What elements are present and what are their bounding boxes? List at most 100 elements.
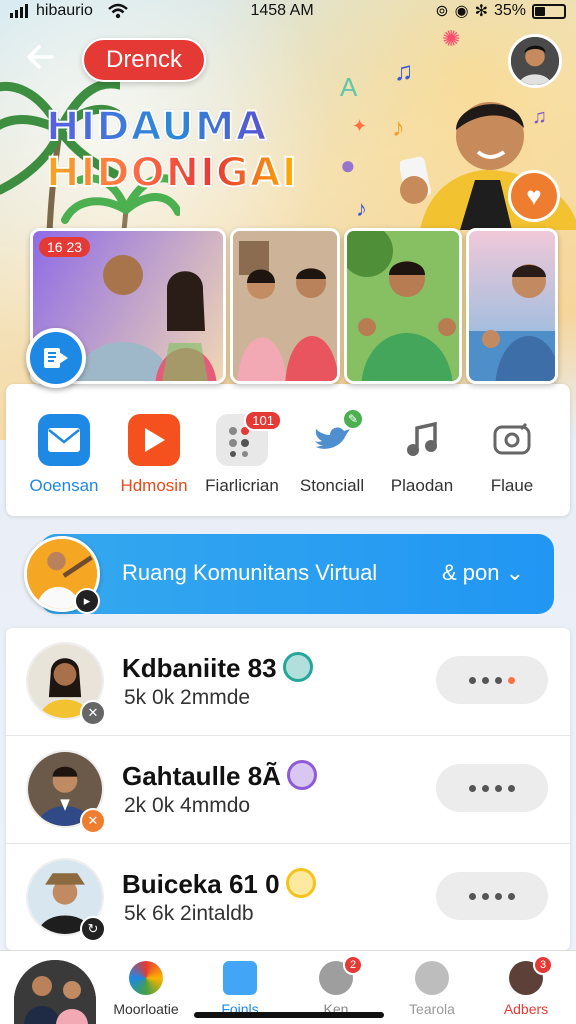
community-action[interactable]: & pon ⌄ — [442, 560, 524, 586]
more-options-button[interactable] — [436, 656, 548, 704]
list-item-name-text: Buiceka 61 0 — [122, 869, 280, 899]
music-note-icon: ♪ — [392, 112, 405, 142]
list-item-subtitle: 2k 0k 4mmdo — [124, 794, 251, 817]
video-thumbnail — [233, 231, 337, 381]
apps-card: Ooensan Hdmosin 101 Fiarlicrian ✎ Stonci… — [6, 384, 570, 516]
video-tag: 16 23 — [39, 237, 91, 257]
app-label: Hdmosin — [120, 476, 188, 495]
location-icon: ⊚ — [435, 3, 449, 20]
chat-icon: 2 — [319, 955, 363, 995]
app-label: Plaodan — [390, 476, 454, 495]
camera-icon — [486, 414, 538, 466]
carrier-name: hibaurio — [36, 2, 93, 19]
nav-item-globe[interactable]: Tearola — [382, 957, 482, 1017]
alarm-icon: ◉ — [454, 3, 469, 20]
compass-icon — [129, 961, 163, 995]
nav-item-chat[interactable]: 2 Ken — [286, 955, 386, 1017]
notification-badge: 101 — [244, 410, 282, 431]
app-label: Flaue — [490, 476, 534, 495]
nav-item-profile[interactable]: 3 Adbers — [476, 955, 576, 1017]
app-social[interactable]: ✎ Stonciall — [282, 408, 382, 496]
user-avatar: 3 — [509, 955, 553, 995]
favorite-badge[interactable]: ♥ — [508, 170, 560, 222]
list-item[interactable]: ↻ Buiceka 61 0 5k 6k 2intaldb — [6, 844, 570, 952]
video-card[interactable] — [466, 228, 558, 384]
home-indicator — [194, 1012, 384, 1018]
app-label: Ooensan — [29, 476, 99, 495]
edit-icon — [223, 961, 257, 995]
notification-badge: 3 — [533, 955, 553, 975]
nav-label: Moorloatie — [113, 1001, 179, 1017]
play-small-icon: ▸ — [74, 588, 100, 614]
sparkle-a-icon: A — [340, 72, 358, 102]
app-grid[interactable]: 101 Fiarlicrian — [192, 410, 292, 496]
user-list: ✕ Kdbaniite 83 5k 0k 2mmde ✕ Gahtaulle 8… — [6, 628, 570, 950]
video-thumbnail — [469, 264, 555, 381]
video-thumbnail — [347, 231, 459, 381]
battery-percent: 35% — [493, 2, 526, 19]
refresh-badge-icon: ↻ — [80, 916, 106, 942]
title-pill[interactable]: Drenck — [82, 38, 206, 82]
music-note-icon: ♫ — [394, 56, 414, 86]
verified-badge-icon — [282, 652, 313, 682]
book-share-icon — [44, 348, 68, 368]
list-item-subtitle: 5k 0k 2mmde — [124, 686, 251, 709]
globe-icon — [415, 961, 449, 995]
list-item-name: Kdbaniite 83 — [122, 652, 313, 684]
top-profile-avatar[interactable] — [508, 34, 562, 88]
signal-icon — [10, 4, 28, 18]
status-bar: hibaurio 1458 AM ⊚ ◉ ✻ 35% — [0, 0, 576, 22]
sparkle-orb-icon: ● — [340, 150, 356, 180]
video-card[interactable] — [230, 228, 340, 384]
more-options-button[interactable] — [436, 872, 548, 920]
app-label: Fiarlicrian — [205, 476, 279, 495]
music-note-icon — [396, 414, 448, 466]
app-music[interactable]: Plaodan — [372, 414, 472, 496]
bluetooth-icon: ✻ — [474, 3, 488, 20]
share-fab-button[interactable] — [26, 328, 86, 388]
list-item[interactable]: ✕ Kdbaniite 83 5k 0k 2mmde — [6, 628, 570, 736]
nav-label: Tearola — [409, 1001, 455, 1017]
person-avatar-icon — [511, 37, 559, 85]
app-camera[interactable]: Flaue — [462, 414, 562, 496]
music-note-icon: ♫ — [532, 106, 547, 128]
headline-line-2: HIDONIGAI — [45, 149, 298, 197]
headline: HIDAUMA HIDONIGAI — [45, 103, 298, 197]
notification-badge: 2 — [343, 955, 363, 975]
headline-line-1: HIDAUMA — [45, 103, 298, 151]
more-options-button[interactable] — [436, 764, 548, 812]
wifi-icon — [108, 3, 128, 19]
verified-badge-icon — [286, 760, 317, 790]
app-label: Stonciall — [299, 476, 365, 495]
close-badge-icon: ✕ — [80, 808, 106, 834]
community-banner[interactable]: Ruang Komunitans Virtual & pon ⌄ — [40, 534, 554, 614]
video-card[interactable] — [344, 228, 462, 384]
nav-item-edit[interactable]: Foinls — [190, 957, 290, 1017]
nav-item-explore[interactable]: Moorloatie — [96, 957, 196, 1017]
list-item-subtitle: 5k 6k 2intaldb — [124, 902, 254, 925]
dots-grid-icon: 101 — [216, 410, 282, 466]
battery-icon — [532, 3, 566, 19]
sparkle-icon: ✺ — [442, 26, 461, 51]
edit-badge-icon: ✎ — [342, 408, 364, 430]
app-mail[interactable]: Ooensan — [14, 414, 114, 496]
bird-icon: ✎ — [306, 408, 364, 466]
muted-icon: ✕ — [80, 700, 106, 726]
list-item-name: Gahtaulle 8Ã — [122, 760, 317, 792]
verified-badge-icon — [285, 868, 316, 898]
heart-check-icon: ♥ — [526, 180, 542, 211]
community-action-label: & pon — [441, 560, 500, 585]
mail-icon — [38, 414, 90, 466]
list-item-name: Buiceka 61 0 — [122, 868, 316, 900]
play-icon — [128, 414, 180, 466]
community-title: Ruang Komunitans Virtual — [122, 560, 378, 585]
chevron-down-icon: ⌄ — [505, 560, 524, 585]
back-arrow-icon[interactable] — [24, 40, 58, 74]
app-video[interactable]: Hdmosin — [104, 414, 204, 496]
music-note-icon: ♪ — [356, 196, 367, 221]
nav-label: Adbers — [503, 1001, 549, 1017]
sparkle-icon: ✦ — [352, 116, 368, 136]
status-time: 1458 AM — [250, 2, 314, 19]
list-item[interactable]: ✕ Gahtaulle 8Ã 2k 0k 4mmdo — [6, 736, 570, 844]
list-item-name-text: Kdbaniite 83 — [122, 653, 277, 683]
